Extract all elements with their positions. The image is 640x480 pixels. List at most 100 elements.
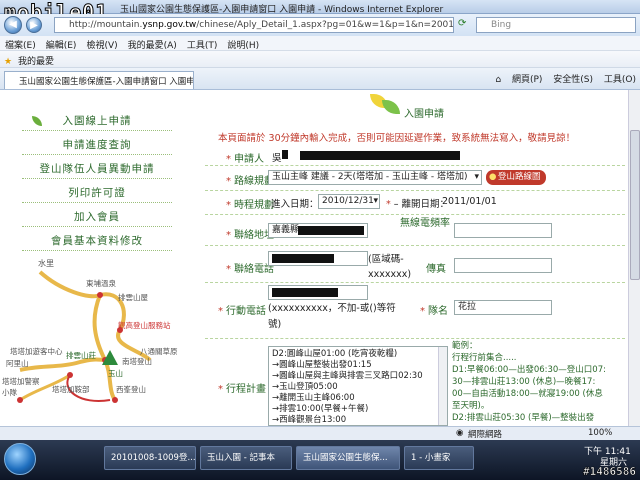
zone-text: 網際網路 [468,430,503,440]
map-label-dongcao: 西峯登山 [116,385,146,394]
taskbar: 20101008-1009登... 玉山入園 - 記事本 玉山國家公園生態保..… [0,440,640,480]
divider [205,338,625,339]
map-label-paiyun-station: 排雲山莊 [66,351,96,360]
chevron-down-icon: ▾ [474,172,479,182]
exit-label: * – 離開日期： [386,199,450,210]
favorites-button[interactable]: ★ 我的最愛 [4,54,54,67]
search-input[interactable]: Bing [476,17,636,33]
start-button[interactable] [4,443,36,475]
back-button[interactable]: ◀ [4,16,22,34]
map-label-shuili: 水里 [38,259,54,268]
plan-textarea[interactable]: D2:圓峰山屋01:00 (吃宵夜乾糧) →圓峰山屋整裝出發01:15 →圓峰山… [268,346,448,426]
map-label-tatajia-saddle: 塔塔加鞍部 [52,385,90,394]
url-path: /chinese/Aply_Detail_1.aspx?pg=01&w=1&p=… [196,20,454,30]
map-label-tatajia-police: 塔塔加警察小隊 [2,377,40,397]
route-map-label: 登山路線圖 [498,172,541,182]
plan-line: →離開玉山主峰06:00 [272,393,355,403]
team-value: 花拉 [458,302,477,312]
redaction-bar [282,150,288,159]
radio-frequency-input[interactable] [454,223,552,238]
team-input[interactable]: 花拉 [454,300,552,315]
entry-date-select[interactable]: 2010/12/31 ▾ [318,194,380,209]
address-label: * 聯絡地址 [226,230,274,241]
map-label-station: 觀高登山服務站 [118,321,171,330]
radio-frequency-label: 無線電頻率 [400,218,450,229]
page-title: 入園申請 [404,109,444,120]
example-line: D2:排雲山莊05:30 (早餐)—整裝出發 [452,413,595,423]
menu-edit-profile[interactable]: 會員基本資料修改 [22,232,172,251]
example-title: 範例： [452,341,478,351]
page-scrollbar[interactable] [628,90,640,426]
map-label-dongpu: 東埔溫泉 [86,279,116,288]
applicant-label: * 申請人 [226,154,264,165]
zoom-level[interactable]: 100% [588,428,612,438]
entry-date-value: 2010/12/31 [322,196,374,206]
menu-label: 加入會員 [74,211,120,223]
menu-label: 入園線上申請 [62,115,132,127]
redaction-bar [272,288,338,297]
url-domain: ysnp.gov.tw [142,20,197,30]
plan-line: →圓峰山屋整裝出發01:15 [272,360,372,370]
url-input[interactable]: http://mountain.ysnp.gov.tw/chinese/Aply… [54,17,454,33]
route-map-button[interactable]: ● 登山路線圖 [486,170,546,185]
menu-bar: 檔案(E) 編輯(E) 檢視(V) 我的最愛(A) 工具(T) 說明(H) [0,36,640,51]
leaf-icon [382,100,400,114]
fax-input[interactable] [454,258,552,273]
tab-current[interactable]: 玉山國家公園生態保護區-入園申請窗口 入園申請 [4,71,194,89]
exit-date-value: 2011/01/01 [442,196,497,207]
plan-example: 範例： 行程行前集合..... D1:早餐06:00—出發06:30—登山口07… [452,340,628,424]
plan-line: →排雲10:00(早餐+午餐) [272,404,369,414]
redaction-bar [272,254,334,263]
menu-print-permit[interactable]: 列印許可證 [22,184,172,203]
forward-button[interactable]: ▶ [26,17,42,33]
example-line: D1:早餐06:00—出發06:30—登山口07: [452,365,606,375]
divider [205,190,625,191]
phone-hint: (區域碼-xxxxxxx) [368,254,412,280]
command-safety[interactable]: 安全性(S) [553,75,593,85]
menu-join-member[interactable]: 加入會員 [22,208,172,227]
arrow-icon: ● [489,172,497,182]
map-label-tatajia-lodge: 塔塔加遊客中心 [10,347,63,356]
fax-label: 傳真 [426,264,446,275]
divider [205,165,625,166]
menu-label: 登山隊伍人員異動申請 [39,163,155,175]
notice-text: 本頁面請於 30分鐘內輸入完成，否則可能因延遲作業，致系統無法寫入，敬請見諒！ [218,133,576,144]
menu-progress-query[interactable]: 申請進度查詢 [22,136,172,155]
address-value: 嘉義縣 [272,225,300,235]
home-icon[interactable]: ⌂ [495,75,501,85]
status-bar: ◉ 網際網路 100% [0,426,640,440]
task-item-notepad[interactable]: 玉山入園 - 記事本 [200,446,292,470]
menu-label: 會員基本資料修改 [51,235,143,247]
star-icon: ★ [4,57,13,67]
route-select[interactable]: 玉山主峰 建議 - 2天(塔塔加 - 玉山主峰 - 塔塔加) ▾ [268,170,482,185]
menu-online-apply[interactable]: 入園線上申請 [22,112,172,131]
redaction-bar [300,151,460,160]
task-item-paint[interactable]: 1 - 小畫家 [404,446,474,470]
task-item-browser[interactable]: 玉山國家公園生態保... [296,446,400,470]
example-subtitle: 行程行前集合..... [452,353,517,363]
favorites-label: 我的最愛 [17,57,54,67]
route-label: * 路線規劃 [226,176,274,187]
plan-line: →玉山登頂05:00 [272,382,338,392]
route-select-value: 玉山主峰 建議 - 2天(塔塔加 - 玉山主峰 - 塔塔加) [272,172,468,182]
example-line: 至天明)。 [452,401,490,411]
plan-label: * 行程計畫 [218,384,266,395]
scrollbar-thumb[interactable] [630,130,640,280]
favorites-bar: ★ 我的最愛 [0,51,640,68]
task-item-folder[interactable]: 20101008-1009登... [104,446,196,470]
command-tools[interactable]: 工具(O) [604,75,636,85]
redaction-bar [298,226,364,235]
mobile-hint: (xxxxxxxxxx，不加-或()等符號) [268,303,396,330]
plan-line: D2:圓峰山屋01:00 (吃宵夜乾糧) [272,349,398,359]
map-label-paiyun-hut: 排雲山屋 [118,293,148,302]
example-line: 00—自由活動18:00—就寢19:00 (休息 [452,389,603,399]
plan-line: →圓峰山屋與主峰與排雲三叉路口02:30 [272,371,423,381]
plan-scrollbar[interactable] [438,347,447,425]
map-label-alishan: 阿里山 [6,359,29,368]
trail-map: 水里 東埔溫泉 排雲山屋 觀高登山服務站 塔塔加遊客中心 阿里山 塔塔加警察小隊… [0,250,200,426]
menu-member-change[interactable]: 登山隊伍人員異動申請 [22,160,172,179]
phone-label: * 聯絡電話 [226,264,274,275]
team-label: * 隊名 [420,306,448,317]
refresh-icon[interactable]: ⟳ [458,18,466,29]
command-page[interactable]: 網頁(P) [512,75,542,85]
